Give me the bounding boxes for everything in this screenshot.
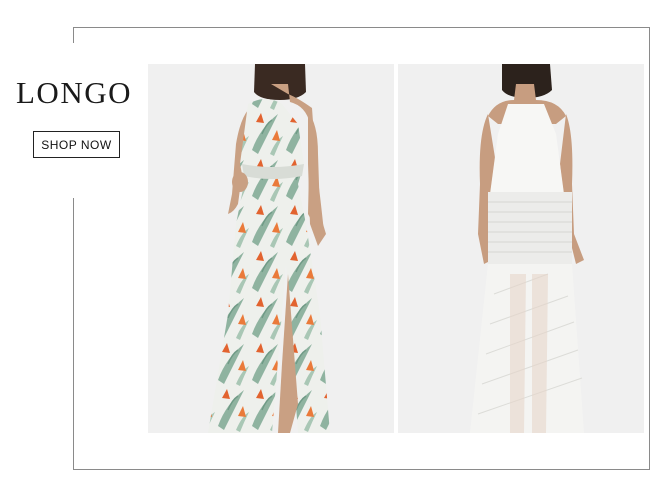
shop-now-button[interactable]: SHOP NOW xyxy=(33,131,120,158)
product-image-white-dress[interactable] xyxy=(398,64,644,433)
white-dress-illustration xyxy=(470,64,584,433)
collection-title: LONGO xyxy=(16,75,132,110)
frame-top-line xyxy=(73,27,650,28)
printed-dress-illustration xyxy=(208,64,330,433)
frame-left-line-bottom xyxy=(73,198,74,470)
frame-bottom-line xyxy=(73,469,650,470)
frame-left-line-top xyxy=(73,27,74,43)
product-image-printed-dress[interactable] xyxy=(148,64,394,433)
